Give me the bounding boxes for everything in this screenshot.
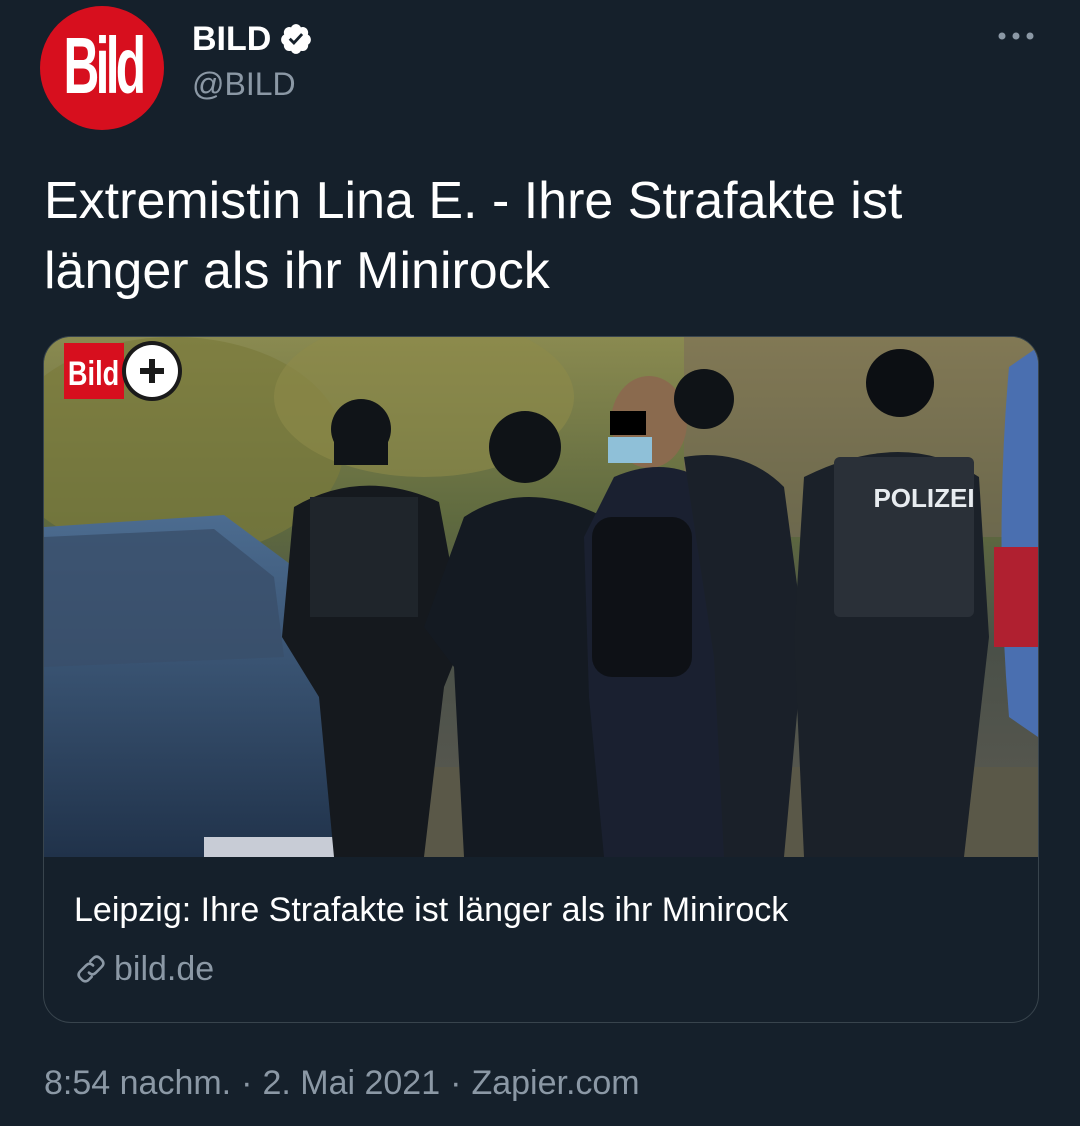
tweet-metadata: 8:54 nachm. · 2. Mai 2021 · Zapier.com: [44, 1064, 640, 1103]
separator: ·: [241, 1064, 253, 1102]
tweet-time[interactable]: 8:54 nachm.: [44, 1064, 231, 1103]
bild-badge-text: Bild: [68, 354, 119, 393]
author-name-row[interactable]: BILD: [192, 16, 313, 62]
card-domain-row: bild.de: [74, 947, 214, 991]
more-options-icon[interactable]: [996, 24, 1036, 48]
avatar-logo-text: Bild: [63, 21, 147, 110]
verified-badge-icon: [281, 24, 312, 54]
vest-label: POLIZEI: [873, 483, 974, 513]
tweet-text: Extremistin Lina E. - Ihre Strafakte ist…: [44, 172, 903, 300]
link-card[interactable]: POLIZEI Bild Leipzig: Ihre Strafakte ist…: [43, 336, 1039, 1023]
author-handle[interactable]: @BILD: [192, 66, 296, 103]
tweet-detail: Bild BILD @BILD Extremistin Lina E. - Ih…: [0, 0, 1080, 1126]
card-title[interactable]: Leipzig: Ihre Strafakte ist länger als i…: [74, 891, 788, 930]
tweet-source[interactable]: Zapier.com: [471, 1064, 639, 1103]
display-name[interactable]: BILD: [192, 20, 271, 59]
link-icon: [77, 955, 105, 983]
tweet-date[interactable]: 2. Mai 2021: [262, 1064, 440, 1103]
card-image[interactable]: POLIZEI Bild: [44, 337, 1038, 857]
separator: ·: [450, 1064, 462, 1102]
avatar[interactable]: Bild: [40, 6, 164, 130]
card-domain: bild.de: [114, 949, 215, 988]
